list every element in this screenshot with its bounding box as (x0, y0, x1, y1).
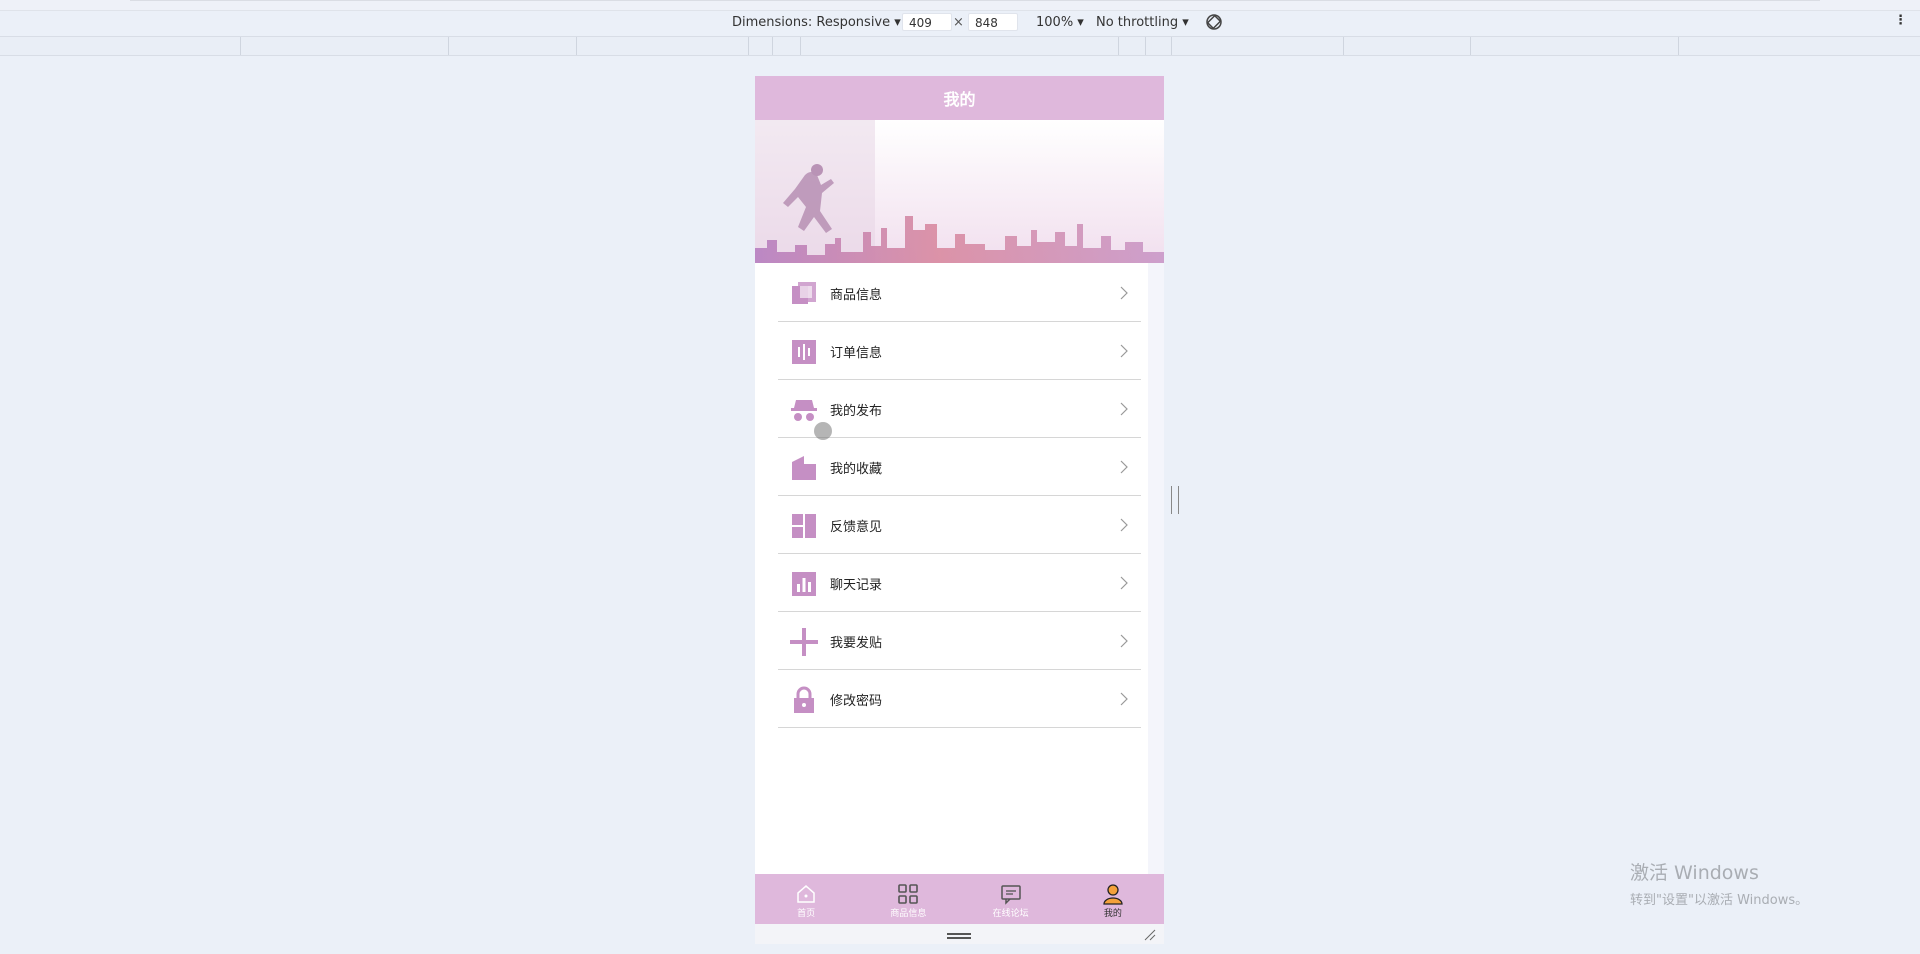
profile-menu: 商品信息 订单信息 我的发布 我的收藏 反馈意见 聊天记录 我要发贴 修改密码 (778, 264, 1141, 728)
grid-icon (898, 884, 919, 904)
factory-icon (792, 456, 816, 480)
tab-home[interactable]: 首页 (755, 874, 857, 924)
tab-product-info[interactable]: 商品信息 (857, 874, 959, 924)
tab-mine[interactable]: 我的 (1062, 874, 1164, 924)
tab-label: 在线论坛 (992, 909, 1029, 919)
page-title: 我的 (755, 76, 1164, 120)
menu-item-label: 聊天记录 (830, 578, 883, 593)
menu-item-label: 反馈意见 (830, 520, 883, 535)
tab-label: 我的 (1103, 909, 1122, 919)
menu-item-label: 订单信息 (830, 346, 883, 361)
throttling-dropdown[interactable]: No throttling ▾ (1096, 15, 1189, 30)
banner-image (755, 120, 1164, 263)
resize-corner-icon[interactable] (1144, 929, 1156, 941)
menu-item-my-favorites[interactable]: 我的收藏 (778, 438, 1141, 496)
menu-item-new-post[interactable]: 我要发贴 (778, 612, 1141, 670)
plus-icon (790, 628, 818, 656)
menu-item-label: 修改密码 (830, 694, 883, 709)
tab-label: 商品信息 (890, 909, 927, 919)
menu-item-chat-history[interactable]: 聊天记录 (778, 554, 1141, 612)
height-input[interactable]: 848 (968, 13, 1018, 31)
chevron-right-icon (1120, 286, 1128, 300)
media-query-ruler (0, 36, 1920, 56)
menu-item-feedback[interactable]: 反馈意见 (778, 496, 1141, 554)
watermark-title: 激活 Windows (1630, 862, 1759, 884)
mouse-cursor (814, 422, 832, 440)
device-toolbar: Dimensions: Responsive ▾ 409 × 848 100% … (0, 11, 1920, 35)
menu-item-label: 我的收藏 (830, 462, 883, 477)
folder-icon (792, 282, 816, 304)
menu-item-label: 商品信息 (830, 288, 883, 303)
zoom-dropdown[interactable]: 100% ▾ (1036, 15, 1084, 30)
chevron-right-icon (1120, 460, 1128, 474)
menu-item-order-info[interactable]: 订单信息 (778, 322, 1141, 380)
menu-item-change-password[interactable]: 修改密码 (778, 670, 1141, 728)
menu-item-product-info[interactable]: 商品信息 (778, 264, 1141, 322)
layout-icon (792, 514, 816, 538)
lock-icon (794, 686, 814, 713)
dimension-separator: × (953, 15, 964, 30)
menu-item-label: 我要发贴 (830, 636, 883, 651)
tab-forum[interactable]: 在线论坛 (960, 874, 1062, 924)
tab-label: 首页 (797, 909, 816, 919)
windows-activation-watermark: 激活 Windows 转到"设置"以激活 Windows。 (1630, 858, 1808, 908)
resize-handle-bottom[interactable] (755, 924, 1164, 944)
width-input[interactable]: 409 (902, 13, 952, 31)
chevron-right-icon (1120, 692, 1128, 706)
mobile-viewport: 我的 商品信息 订单信息 我的发布 我的收藏 反馈意见 聊天记录 我要发贴 修改… (755, 76, 1164, 944)
resize-handle-right[interactable] (1171, 486, 1179, 514)
menu-item-label: 我的发布 (830, 404, 883, 419)
browser-top-strip (0, 0, 1920, 11)
chevron-right-icon (1120, 576, 1128, 590)
spy-icon (791, 400, 817, 421)
waveform-icon (792, 340, 816, 364)
chevron-right-icon (1120, 344, 1128, 358)
bar-chart-icon (792, 572, 816, 596)
more-options-icon[interactable]: ⋮ (1894, 13, 1907, 28)
chevron-right-icon (1120, 634, 1128, 648)
watermark-subtitle: 转到"设置"以激活 Windows。 (1630, 893, 1809, 908)
dimensions-dropdown[interactable]: Dimensions: Responsive ▾ (732, 15, 901, 30)
user-icon (1103, 884, 1123, 905)
chat-icon (1000, 885, 1021, 905)
menu-item-my-posts[interactable]: 我的发布 (778, 380, 1141, 438)
rotate-icon[interactable] (1204, 12, 1224, 32)
bottom-tab-bar: 首页 商品信息 在线论坛 我的 (755, 874, 1164, 924)
chevron-right-icon (1120, 518, 1128, 532)
chevron-right-icon (1120, 402, 1128, 416)
home-icon (797, 885, 815, 903)
